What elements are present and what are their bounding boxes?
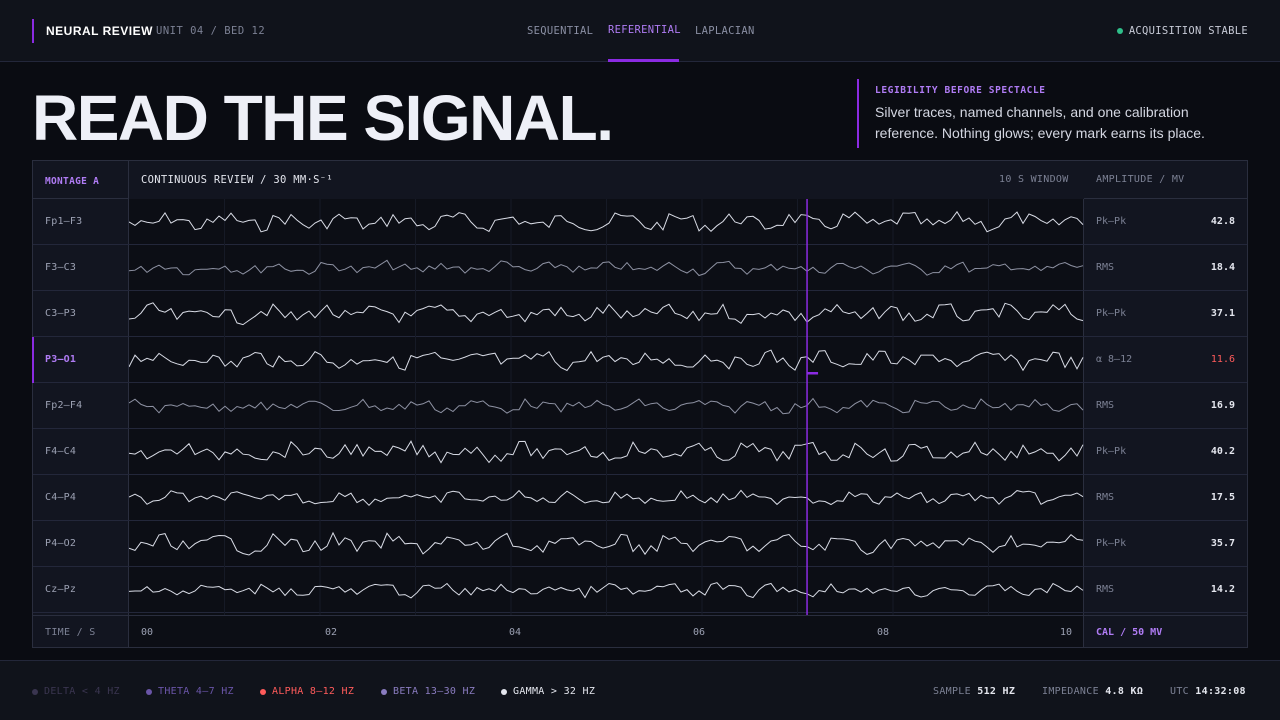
brand-accent-bar	[32, 19, 34, 43]
sample-value: 512 HZ	[977, 686, 1016, 697]
amplitude-header: AMPLITUDE / MV	[1096, 174, 1185, 185]
band-alpha[interactable]: ALPHA 8–12 HZ	[272, 686, 354, 697]
alpha-dot-icon	[260, 689, 266, 695]
time-axis: TIME / S 00 02 04 06 08 10 CAL / 50 MV	[33, 615, 1247, 647]
theta-dot-icon	[146, 689, 152, 695]
window-label[interactable]: 10 S WINDOW	[999, 174, 1069, 185]
band-theta[interactable]: THETA 4–7 HZ	[158, 686, 234, 697]
panel-header: MONTAGE A CONTINUOUS REVIEW / 30 MM·S⁻¹ …	[33, 161, 1247, 199]
selected-channel-indicator	[32, 337, 34, 383]
impedance: IMPEDANCE 4.8 KΩ	[1042, 686, 1143, 697]
band-gamma[interactable]: GAMMA > 32 HZ	[513, 686, 595, 697]
utc-label: UTC	[1170, 686, 1189, 697]
channel-name[interactable]: C4–P4	[45, 492, 76, 503]
metric-label: RMS	[1096, 492, 1115, 503]
time-tick: 04	[509, 627, 522, 638]
tab-laplacian[interactable]: LAPLACIAN	[695, 25, 755, 37]
metric-label: Pk–Pk	[1096, 216, 1127, 227]
impedance-value: 4.8 KΩ	[1105, 686, 1144, 697]
sample-rate: SAMPLE 512 HZ	[933, 686, 1015, 697]
metric-value: 11.6	[1210, 354, 1235, 365]
impedance-label: IMPEDANCE	[1042, 686, 1099, 697]
channel-name[interactable]: F3–C3	[45, 262, 76, 273]
acquisition-status: ACQUISITION STABLE	[1128, 25, 1248, 37]
metric-value: 35.7	[1210, 538, 1235, 549]
channel-name[interactable]: F4–C4	[45, 446, 76, 457]
metric-value: 14.2	[1210, 584, 1235, 595]
beta-dot-icon	[381, 689, 387, 695]
metric-label: RMS	[1096, 400, 1115, 411]
montage-label[interactable]: MONTAGE A	[45, 176, 99, 187]
app-title: NEURAL REVIEW	[46, 24, 153, 38]
metric-label: Pk–Pk	[1096, 538, 1127, 549]
metric-value: 17.5	[1210, 492, 1235, 503]
channel-name[interactable]: Fp1–F3	[45, 216, 82, 227]
metric-label: Pk–Pk	[1096, 308, 1127, 319]
metric-value: 18.4	[1210, 262, 1235, 273]
channel-name[interactable]: Cz–Pz	[45, 584, 76, 595]
calibration-label: CAL / 50 MV	[1096, 627, 1163, 638]
unit-bed-label: UNIT 04 / BED 12	[156, 25, 266, 37]
note-accent-bar	[857, 79, 859, 148]
metric-value: 42.8	[1210, 216, 1235, 227]
active-tab-indicator	[608, 59, 679, 62]
time-tick: 06	[693, 627, 706, 638]
metric-value: 37.1	[1210, 308, 1235, 319]
top-bar: NEURAL REVIEW UNIT 04 / BED 12 SEQUENTIA…	[0, 0, 1280, 62]
time-tick: 00	[141, 627, 154, 638]
delta-dot-icon	[32, 689, 38, 695]
tab-sequential[interactable]: SEQUENTIAL	[527, 25, 593, 37]
footer-bar: DELTA < 4 HZ THETA 4–7 HZ ALPHA 8–12 HZ …	[0, 660, 1280, 720]
channel-name[interactable]: C3–P3	[45, 308, 76, 319]
metric-value: 40.2	[1210, 446, 1235, 457]
metric-label: Pk–Pk	[1096, 446, 1127, 457]
time-axis-label: TIME / S	[45, 627, 96, 638]
status-dot-icon	[1117, 28, 1123, 34]
band-beta[interactable]: BETA 13–30 HZ	[393, 686, 475, 697]
metric-label: α 8–12	[1096, 354, 1133, 365]
tab-referential[interactable]: REFERENTIAL	[608, 24, 681, 36]
metric-value: 16.9	[1210, 400, 1235, 411]
metric-label: RMS	[1096, 262, 1115, 273]
channel-name[interactable]: Fp2–F4	[45, 400, 82, 411]
channel-name[interactable]: P4–O2	[45, 538, 76, 549]
channel-name[interactable]: P3–O1	[45, 354, 76, 365]
time-tick: 02	[325, 627, 338, 638]
page-title: READ THE SIGNAL.	[32, 82, 614, 154]
metric-label: RMS	[1096, 584, 1115, 595]
utc-clock: UTC 14:32:08	[1170, 686, 1246, 697]
note-kicker: LEGIBILITY BEFORE SPECTACLE	[875, 85, 1046, 96]
review-mode-label: CONTINUOUS REVIEW / 30 MM·S⁻¹	[141, 174, 334, 186]
sample-label: SAMPLE	[933, 686, 971, 697]
time-tick: 10	[1060, 627, 1073, 638]
waveform-area[interactable]	[129, 199, 1084, 615]
gamma-dot-icon	[501, 689, 507, 695]
utc-value: 14:32:08	[1195, 686, 1246, 697]
time-tick: 08	[877, 627, 890, 638]
band-delta[interactable]: DELTA < 4 HZ	[44, 686, 120, 697]
note-body: Silver traces, named channels, and one c…	[875, 104, 1205, 141]
event-marker[interactable]	[807, 372, 819, 375]
eeg-panel: MONTAGE A CONTINUOUS REVIEW / 30 MM·S⁻¹ …	[32, 160, 1248, 648]
